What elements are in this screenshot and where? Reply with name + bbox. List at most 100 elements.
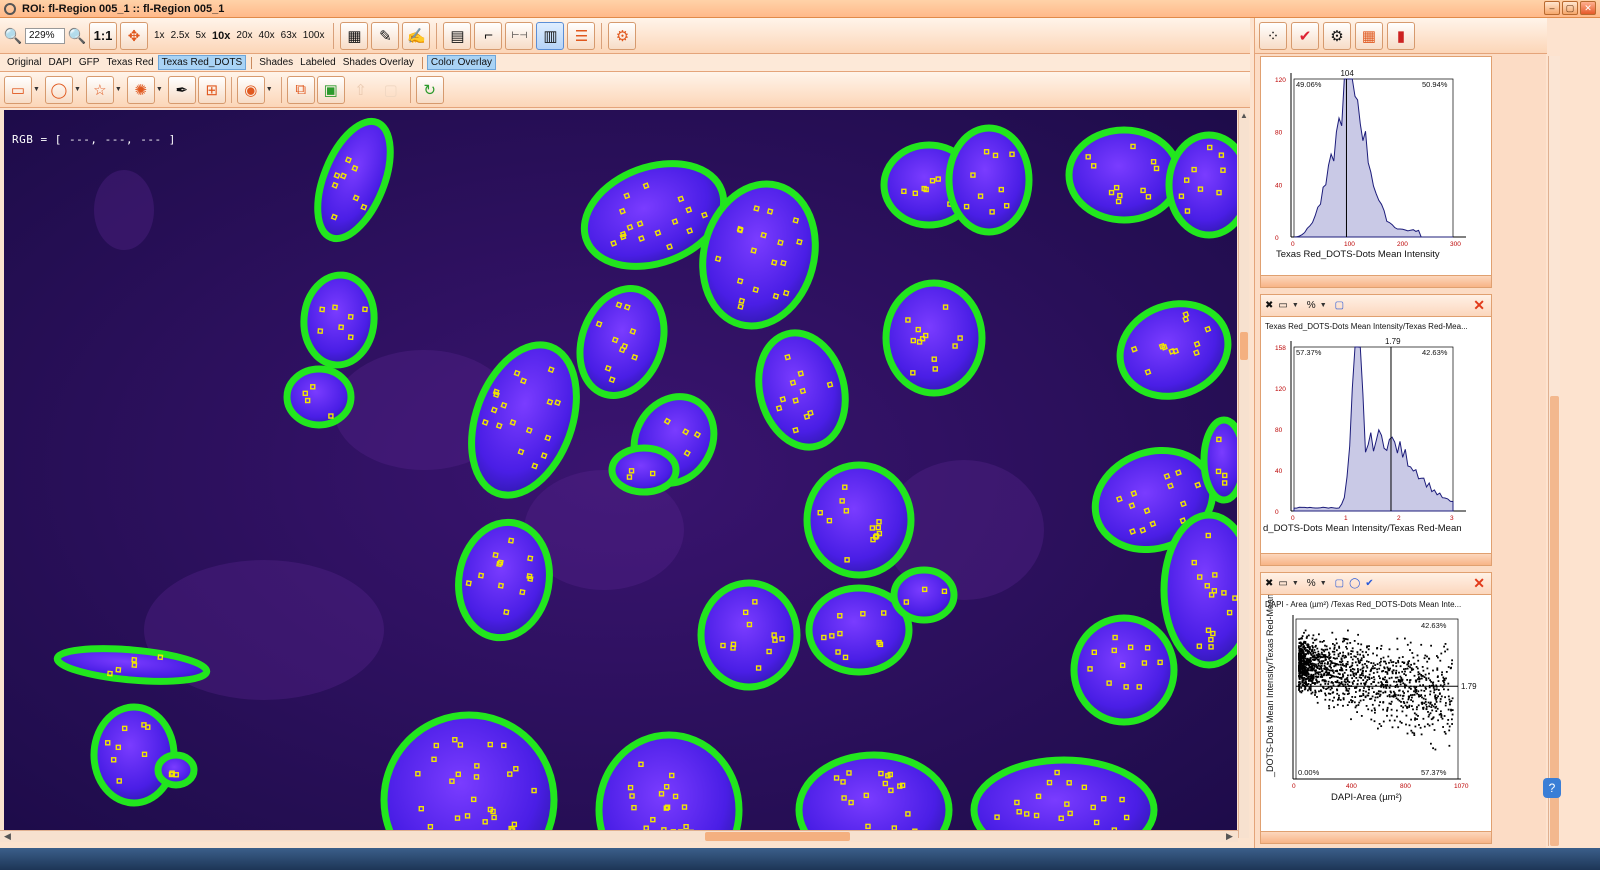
list-icon[interactable]: ☰ (567, 21, 596, 50)
star-roi-icon[interactable]: ☆ (85, 75, 114, 104)
grid-select-icon[interactable]: ▦ (340, 21, 369, 50)
viewer-vertical-scrollbar[interactable]: ▲ (1238, 110, 1249, 838)
chevron-down-icon[interactable]: ▼ (1292, 580, 1299, 587)
chevron-right-icon[interactable]: ▶ (1226, 831, 1233, 842)
layout-icon[interactable]: ▭ (1278, 300, 1287, 311)
freehand-roi-icon[interactable]: ✺ (126, 75, 155, 104)
ellipse-roi-icon[interactable]: ◯ (44, 75, 73, 104)
chevron-down-icon[interactable]: ▼ (1320, 302, 1327, 309)
percent-toggle[interactable]: % (1307, 300, 1316, 311)
table-icon[interactable]: ▦ (1355, 21, 1383, 50)
tab-shades[interactable]: Shades (256, 56, 296, 69)
zoom-input[interactable]: 229% (25, 27, 65, 44)
tab-dapi[interactable]: DAPI (45, 56, 74, 69)
color-map-icon[interactable]: ▤ (443, 21, 472, 50)
chevron-down-icon[interactable]: ▼ (1292, 302, 1299, 309)
chevron-down-icon[interactable]: ▼ (156, 86, 163, 93)
tools-icon[interactable]: ✖ (1265, 578, 1273, 589)
chevron-down-icon[interactable]: ▼ (74, 86, 81, 93)
tab-shades-overlay[interactable]: Shades Overlay (340, 56, 417, 69)
zoom-in-icon[interactable]: 🔍 (68, 22, 87, 50)
chevron-up-icon[interactable]: ▲ (1239, 110, 1249, 121)
scatter-point (1357, 642, 1360, 645)
scatter-point (1386, 714, 1388, 717)
histogram-chart[interactable]: Texas Red_DOTS-Dots Mean Intensity/Texas… (1261, 317, 1491, 553)
image-viewer[interactable]: RGB = [ ---, ---, --- ] (4, 110, 1237, 830)
zoom-out-icon[interactable]: 🔍 (4, 22, 23, 50)
overlap-roi-icon[interactable]: ⧉ (286, 75, 315, 104)
close-button[interactable]: ✕ (1580, 1, 1596, 15)
pen-tool-icon[interactable]: ✒ (167, 75, 196, 104)
tab-texas-red-dots[interactable]: Texas Red_DOTS (157, 55, 247, 70)
check-gate-icon[interactable]: ✔ (1365, 578, 1373, 589)
image-edit-icon[interactable]: ✍ (402, 21, 431, 50)
scatter-point (1411, 731, 1414, 734)
zoom-preset-1x[interactable]: 1x (151, 30, 168, 42)
scale-bar-icon[interactable]: ⊢⊣ (505, 21, 534, 50)
chevron-down-icon[interactable]: ▼ (115, 86, 122, 93)
tab-texas-red[interactable]: Texas Red (103, 56, 156, 69)
roi-grid-icon[interactable]: ⊞ (197, 75, 226, 104)
legend-icon[interactable]: ▥ (536, 21, 565, 50)
help-icon[interactable]: ? (1543, 778, 1561, 798)
eye-visibility-icon[interactable]: ◉ (236, 75, 265, 104)
scroll-thumb[interactable] (705, 832, 850, 841)
crop-icon[interactable]: ⌐ (474, 21, 503, 50)
scatter-point (1349, 642, 1352, 644)
checklist-icon[interactable]: ✔ (1291, 21, 1319, 50)
zoom-preset-5x[interactable]: 5x (192, 30, 209, 42)
rectangle-roi-icon[interactable]: ▭ (4, 75, 32, 104)
scatter-point (1423, 657, 1426, 660)
chevron-down-icon[interactable]: ▼ (33, 86, 40, 93)
analysis-scrollbar[interactable] (1548, 56, 1560, 846)
tab-gfp[interactable]: GFP (76, 56, 103, 69)
tab-original[interactable]: Original (4, 56, 44, 69)
chevron-left-icon[interactable]: ◀ (4, 831, 11, 842)
microscopy-image[interactable] (4, 110, 1237, 830)
refresh-icon[interactable]: ↻ (415, 75, 444, 104)
actual-size-button[interactable]: 1:1 (89, 21, 117, 50)
tab-labeled[interactable]: Labeled (297, 56, 339, 69)
roi-export-icon[interactable]: ▣ (316, 75, 345, 104)
chevron-down-icon[interactable]: ▼ (266, 86, 273, 93)
scatter-chart[interactable]: DAPI - Area (µm²) /Texas Red_DOTS-Dots M… (1261, 595, 1491, 831)
scatter-point (1350, 653, 1352, 655)
scatter-point (1341, 664, 1344, 666)
maximize-button[interactable]: ▢ (1562, 1, 1578, 15)
zoom-preset-100x[interactable]: 100x (300, 30, 328, 42)
y-tick-label: 0 (1275, 509, 1279, 516)
close-panel-icon[interactable]: ✕ (1473, 297, 1485, 314)
scatter-point (1445, 677, 1447, 680)
scatter-panel[interactable]: ✖ ▭ ▼ % ▼ ▢ ◯ ✔ ✕ DAPI - Area (µm²) /Tex… (1260, 572, 1492, 844)
percent-toggle[interactable]: % (1307, 578, 1316, 589)
zoom-preset-40x[interactable]: 40x (256, 30, 278, 42)
gate-icon[interactable]: ⚙ (1323, 21, 1351, 50)
zoom-preset-63x[interactable]: 63x (278, 30, 300, 42)
ellipse-gate-icon[interactable]: ◯ (1349, 578, 1360, 589)
zoom-preset-20x[interactable]: 20x (233, 30, 255, 42)
zoom-preset-2-5x[interactable]: 2.5x (168, 30, 193, 42)
rect-gate-icon[interactable]: ▢ (1335, 300, 1344, 311)
minimize-button[interactable]: – (1544, 1, 1560, 15)
scroll-thumb[interactable] (1240, 332, 1248, 360)
viewer-horizontal-scrollbar[interactable]: ◀ ▶ (0, 830, 1238, 842)
settings-gear-icon[interactable]: ⚙ (608, 21, 637, 50)
rect-gate-icon[interactable]: ▢ (1335, 578, 1344, 589)
tools-icon[interactable]: ✖ (1265, 300, 1273, 311)
histogram-panel-2[interactable]: ✖ ▭ ▼ % ▼ ▢ ✕ Texas Red_DOTS-Dots Mean I… (1260, 294, 1492, 566)
close-panel-icon[interactable]: ✕ (1473, 575, 1485, 592)
scatter-point (1384, 676, 1386, 679)
layout-icon[interactable]: ▭ (1278, 578, 1287, 589)
zoom-preset-10x[interactable]: 10x (209, 30, 233, 42)
scatter-plot-icon[interactable]: ⁘ (1259, 21, 1287, 50)
histogram-panel-1[interactable]: 104 49.06% 50.94% 120 80 40 0 0 100 200 300 Texas R… (1260, 56, 1492, 288)
scatter-point (1318, 680, 1320, 683)
scatter-point (1395, 681, 1398, 683)
chevron-down-icon[interactable]: ▼ (1320, 580, 1327, 587)
annotate-icon[interactable]: ✎ (371, 21, 400, 50)
histogram-chart[interactable]: 104 49.06% 50.94% 120 80 40 0 0 100 200 300 Texas R… (1261, 57, 1491, 287)
bar-chart-icon[interactable]: ▮ (1387, 21, 1415, 50)
tab-color-overlay[interactable]: Color Overlay (426, 55, 497, 70)
pan-icon[interactable]: ✥ (120, 21, 148, 50)
y-tick-label: 40 (1275, 468, 1283, 475)
